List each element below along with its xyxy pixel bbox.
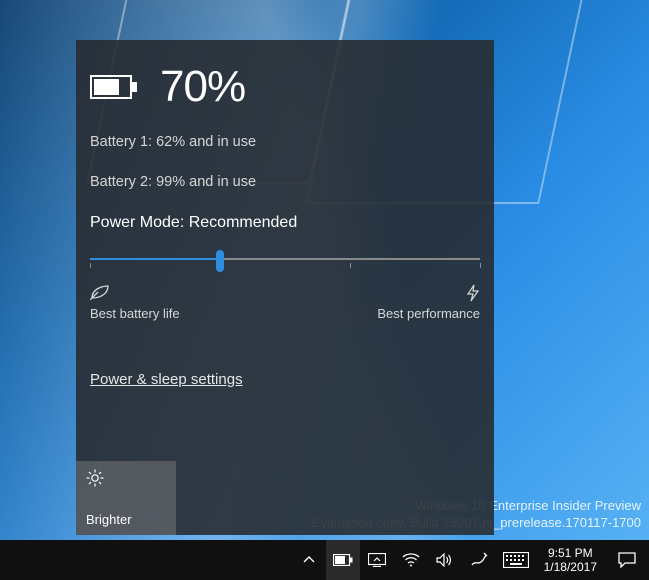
taskbar: 9:51 PM 1/18/2017 (0, 540, 649, 580)
power-sleep-settings-link[interactable]: Power & sleep settings (90, 371, 243, 388)
brightness-icon (86, 469, 166, 492)
volume-tray-icon[interactable] (428, 540, 462, 580)
action-center-button[interactable] (605, 540, 649, 580)
wifi-tray-icon[interactable] (394, 540, 428, 580)
tray-overflow-button[interactable] (292, 540, 326, 580)
lightning-icon (466, 284, 480, 302)
battery-flyout: 70% Battery 1: 62% and in use Battery 2:… (76, 40, 494, 535)
slider-tick (480, 263, 481, 268)
slider-tick (90, 263, 91, 268)
slider-fill (90, 258, 220, 260)
system-tray: 9:51 PM 1/18/2017 (292, 540, 649, 580)
project-tray-icon[interactable] (360, 540, 394, 580)
clock-date: 1/18/2017 (544, 560, 597, 574)
endpoint-right: Best performance (377, 284, 480, 321)
battery-icon (90, 75, 138, 99)
battery-line-2: Battery 2: 99% and in use (90, 174, 480, 190)
endpoint-left-label: Best battery life (90, 306, 180, 321)
battery-line-1: Battery 1: 62% and in use (90, 134, 480, 150)
slider-thumb[interactable] (216, 250, 224, 272)
keyboard-tray-icon[interactable] (496, 540, 536, 580)
ink-tray-icon[interactable] (462, 540, 496, 580)
battery-header: 70% (90, 62, 480, 112)
endpoint-left: Best battery life (90, 284, 180, 321)
endpoint-right-label: Best performance (377, 306, 480, 321)
brightness-tile-label: Brighter (86, 512, 166, 527)
taskbar-clock[interactable]: 9:51 PM 1/18/2017 (536, 540, 605, 580)
battery-percent: 70% (160, 62, 245, 112)
power-mode-slider[interactable] (90, 248, 480, 274)
leaf-icon (90, 284, 180, 302)
slider-endpoints: Best battery life Best performance (90, 284, 480, 321)
brightness-tile[interactable]: Brighter (76, 461, 176, 535)
clock-time: 9:51 PM (548, 546, 593, 560)
power-mode-label: Power Mode: Recommended (90, 214, 480, 232)
slider-tick (350, 263, 351, 268)
battery-tray-icon[interactable] (326, 540, 360, 580)
